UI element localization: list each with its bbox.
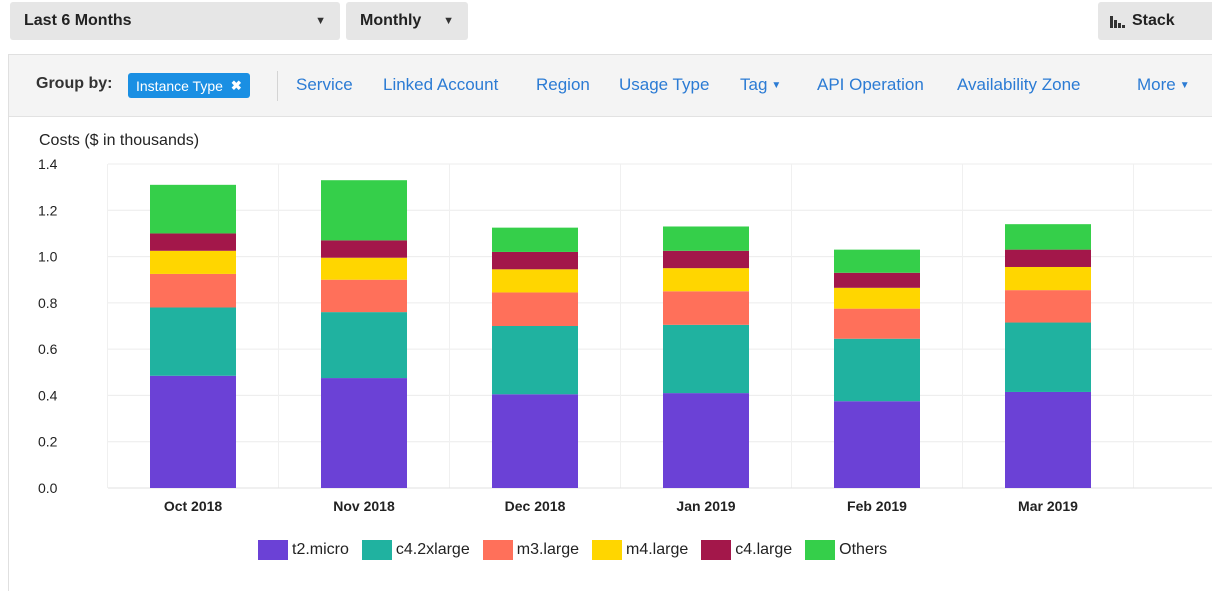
legend-swatch: [361, 540, 392, 560]
legend-item[interactable]: c4.large: [701, 540, 792, 560]
bar-segment-t2-micro: [1005, 391, 1091, 488]
bar-segment-m4-large: [492, 269, 578, 293]
y-tick-label: 1.0: [38, 249, 58, 265]
bar-segment-t2-micro: [663, 393, 749, 488]
bar-segment-c4-2xlarge: [492, 326, 578, 395]
legend-swatch: [258, 540, 288, 560]
bar-segment-m4-large: [1005, 266, 1091, 291]
legend-label: m4.large: [625, 541, 689, 558]
legend-swatch: [591, 540, 622, 560]
legend-item[interactable]: m3.large: [482, 540, 579, 560]
bar-segment-others: [150, 184, 236, 234]
y-tick-label: 0.4: [38, 387, 58, 403]
legend-swatch: [701, 540, 732, 560]
bar-segment-m3-large: [321, 279, 407, 313]
bar-segment-c4-large: [150, 233, 236, 251]
bar-segment-c4-large: [1005, 249, 1091, 267]
bar-segment-m4-large: [321, 257, 407, 280]
bar-segment-c4-2xlarge: [834, 338, 920, 402]
bar-segment-c4-2xlarge: [150, 307, 236, 376]
bar-segment-c4-large: [321, 240, 407, 258]
bar-segment-c4-large: [663, 250, 749, 269]
y-tick-label: 1.4: [38, 156, 58, 172]
bar-segment-m3-large: [150, 273, 236, 308]
y-tick-label: 0.2: [38, 434, 58, 450]
bar-segment-others: [492, 227, 578, 252]
y-tick-label: 1.2: [38, 202, 58, 218]
legend-label: Others: [839, 541, 888, 558]
bar-segment-t2-micro: [834, 401, 920, 488]
y-tick-label: 0.0: [38, 480, 58, 496]
bar-segment-m4-large: [663, 268, 749, 292]
bar-segment-others: [834, 249, 920, 273]
legend-label: c4.2xlarge: [395, 541, 470, 558]
legend-label: m3.large: [516, 541, 579, 558]
legend-label: t2.micro: [292, 541, 349, 558]
chart-legend: t2.micro c4.2xlarge m3.large m4.large c4.lar…: [258, 538, 900, 562]
cost-chart: Costs ($ in thousands) 0.0 0.2 0.4 0.6 0.8 1.0…: [38, 132, 1212, 514]
x-tick-label: Dec 2018: [505, 498, 566, 514]
x-tick-label: Mar 2019: [1018, 498, 1078, 514]
legend-item[interactable]: t2.micro: [258, 540, 349, 560]
bar-segment-t2-micro: [150, 375, 236, 488]
legend-item[interactable]: c4.2xlarge: [361, 540, 470, 560]
bar-segment-m3-large: [492, 292, 578, 326]
bar-segment-c4-2xlarge: [663, 324, 749, 394]
legend-swatch: [805, 540, 836, 560]
bar-segment-m3-large: [1005, 290, 1091, 323]
x-tick-label: Nov 2018: [333, 498, 395, 514]
x-tick-label: Jan 2019: [676, 498, 735, 514]
legend-item[interactable]: m4.large: [591, 540, 689, 560]
x-tick-label: Oct 2018: [164, 498, 223, 514]
bar-segment-m3-large: [663, 291, 749, 325]
bar-segment-others: [1005, 224, 1091, 250]
bar-segment-t2-micro: [492, 394, 578, 488]
bar-segment-t2-micro: [321, 378, 407, 488]
bar-segment-c4-2xlarge: [321, 312, 407, 379]
bar-segment-m4-large: [834, 287, 920, 309]
bar-segment-c4-large: [834, 272, 920, 288]
y-axis-title: Costs ($ in thousands): [39, 132, 199, 149]
bar-segment-m4-large: [150, 250, 236, 274]
legend-label: c4.large: [735, 541, 793, 558]
y-tick-label: 0.6: [38, 341, 58, 357]
y-tick-label: 0.8: [38, 295, 58, 311]
legend-swatch: [482, 540, 513, 560]
x-tick-label: Feb 2019: [847, 498, 907, 514]
bar-segment-c4-2xlarge: [1005, 322, 1091, 392]
legend-item[interactable]: Others: [805, 540, 887, 560]
bar-segment-c4-large: [492, 251, 578, 270]
bar-segment-others: [663, 226, 749, 251]
bar-segment-m3-large: [834, 308, 920, 339]
bar-segment-others: [321, 180, 407, 241]
